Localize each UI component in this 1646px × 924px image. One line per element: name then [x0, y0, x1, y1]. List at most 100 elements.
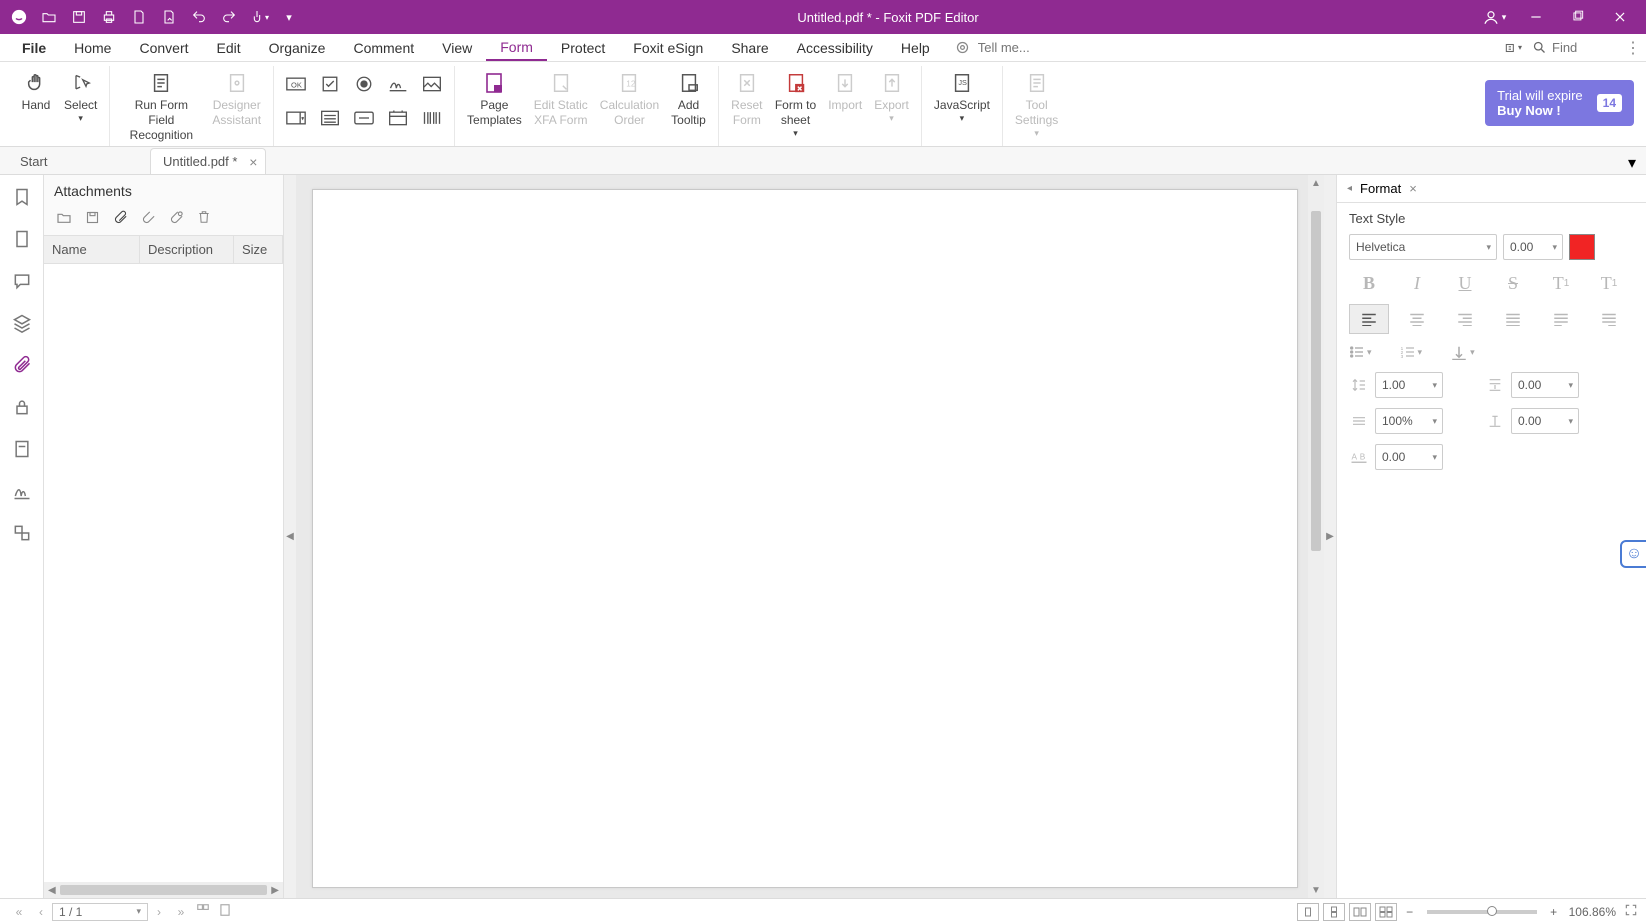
page-view[interactable] — [312, 189, 1298, 888]
maximize-icon[interactable] — [1558, 4, 1598, 30]
open-icon[interactable] — [36, 4, 62, 30]
menu-view[interactable]: View — [428, 36, 486, 60]
tab-document[interactable]: Untitled.pdf * × — [150, 148, 266, 174]
page-number-input[interactable]: 1 / 1 ▾ — [52, 903, 148, 921]
scroll-left-icon[interactable]: ◀ — [48, 885, 56, 896]
menu-esign[interactable]: Foxit eSign — [619, 36, 717, 60]
att-header-name[interactable]: Name — [44, 236, 140, 263]
menu-share[interactable]: Share — [717, 36, 782, 60]
prev-page-icon[interactable]: ‹ — [30, 905, 52, 919]
collapse-left-handle[interactable]: ◀ — [284, 175, 296, 898]
bookmarks-icon[interactable] — [10, 185, 34, 209]
attachments-hscroll[interactable]: ◀ ▶ — [44, 882, 283, 898]
text-field-icon[interactable]: OK — [280, 68, 312, 100]
align-left-icon[interactable] — [1349, 304, 1389, 334]
format-close-icon[interactable]: × — [1409, 181, 1417, 196]
radio-field-icon[interactable] — [348, 68, 380, 100]
numbered-list-icon[interactable]: 123▾ — [1400, 344, 1423, 360]
att-open-icon[interactable] — [54, 207, 74, 227]
import-data[interactable]: Import — [822, 68, 868, 115]
tab-close-icon[interactable]: × — [249, 154, 257, 170]
designer-assistant[interactable]: Designer Assistant — [206, 68, 267, 130]
scroll-right-icon[interactable]: ▶ — [271, 885, 279, 896]
menu-accessibility[interactable]: Accessibility — [783, 36, 887, 60]
edit-xfa[interactable]: Edit Static XFA Form — [528, 68, 594, 130]
select-tool[interactable]: Select ▾ — [58, 68, 103, 126]
fullscreen-icon[interactable] — [1624, 903, 1638, 920]
javascript-btn[interactable]: JS JavaScript ▾ — [928, 68, 996, 126]
menu-organize[interactable]: Organize — [255, 36, 340, 60]
list-field-icon[interactable] — [314, 102, 346, 134]
menu-help[interactable]: Help — [887, 36, 944, 60]
menu-comment[interactable]: Comment — [339, 36, 428, 60]
continuous-facing-view-icon[interactable] — [1375, 903, 1397, 921]
format-tab-label[interactable]: Format — [1360, 181, 1401, 196]
next-page-icon[interactable]: › — [148, 905, 170, 919]
date-field-icon[interactable] — [382, 102, 414, 134]
font-family-select[interactable]: Helvetica — [1349, 234, 1497, 260]
export-data[interactable]: Export ▾ — [868, 68, 915, 126]
align-justify-left-icon[interactable] — [1541, 304, 1581, 334]
zoom-percent[interactable]: 106.86% — [1569, 905, 1616, 919]
continuous-view-icon[interactable] — [1323, 903, 1345, 921]
button-field-icon[interactable] — [348, 102, 380, 134]
barcode-field-icon[interactable] — [416, 102, 448, 134]
hscale-select[interactable]: 100% — [1375, 408, 1443, 434]
tell-me-input[interactable] — [972, 38, 1062, 57]
tool-settings[interactable]: Tool Settings▾ — [1009, 68, 1064, 141]
save-icon[interactable] — [66, 4, 92, 30]
document-canvas[interactable]: ▲ ▼ — [296, 175, 1324, 898]
align-right-icon[interactable] — [1445, 304, 1485, 334]
underline-icon[interactable]: U — [1445, 268, 1485, 298]
scroll-thumb[interactable] — [1311, 211, 1321, 551]
att-header-description[interactable]: Description — [140, 236, 234, 263]
zoom-in-icon[interactable]: + — [1545, 905, 1563, 919]
vertical-scrollbar[interactable]: ▲ ▼ — [1308, 175, 1324, 898]
new-blank-icon[interactable] — [126, 4, 152, 30]
layers-icon[interactable] — [10, 311, 34, 335]
touch-mode-icon[interactable]: ▾ — [246, 4, 272, 30]
undo-icon[interactable] — [186, 4, 212, 30]
att-add-icon[interactable] — [110, 207, 130, 227]
page-templates[interactable]: Page Templates — [461, 68, 528, 130]
checkbox-field-icon[interactable] — [314, 68, 346, 100]
att-desc-icon[interactable] — [166, 207, 186, 227]
font-color-swatch[interactable] — [1569, 234, 1595, 260]
close-icon[interactable] — [1600, 4, 1640, 30]
security-icon[interactable] — [10, 395, 34, 419]
reflow-icon[interactable] — [214, 903, 236, 920]
align-justify-icon[interactable] — [1493, 304, 1533, 334]
fields-panel-icon[interactable] — [10, 437, 34, 461]
line-spacing-select[interactable]: 1.00 — [1375, 372, 1443, 398]
new-from-icon[interactable] — [156, 4, 182, 30]
tab-overflow-icon[interactable]: ▾ — [1628, 153, 1636, 173]
menu-file[interactable]: File — [8, 36, 60, 60]
menu-protect[interactable]: Protect — [547, 36, 619, 60]
att-link-icon[interactable] — [138, 207, 158, 227]
thumb-view-icon[interactable] — [192, 903, 214, 920]
first-page-icon[interactable]: « — [8, 905, 30, 919]
comments-icon[interactable] — [10, 269, 34, 293]
add-tooltip[interactable]: Add Tooltip — [665, 68, 712, 130]
italic-icon[interactable]: I — [1397, 268, 1437, 298]
trial-banner[interactable]: Trial will expire Buy Now ! 14 — [1485, 80, 1634, 126]
superscript-icon[interactable]: T1 — [1541, 268, 1581, 298]
strikethrough-icon[interactable]: S — [1493, 268, 1533, 298]
align-justify-right-icon[interactable] — [1589, 304, 1629, 334]
minimize-icon[interactable] — [1516, 4, 1556, 30]
ai-assistant-icon[interactable]: ☺ — [1620, 540, 1646, 568]
last-page-icon[interactable]: » — [170, 905, 192, 919]
menu-form[interactable]: Form — [486, 35, 547, 61]
menu-home[interactable]: Home — [60, 36, 125, 60]
baseline-select[interactable]: 0.00 — [1511, 408, 1579, 434]
att-save-icon[interactable] — [82, 207, 102, 227]
hand-tool[interactable]: Hand — [14, 68, 58, 115]
single-view-icon[interactable] — [1297, 903, 1319, 921]
form-to-sheet[interactable]: Form to sheet▾ — [769, 68, 822, 141]
reset-form[interactable]: Reset Form — [725, 68, 769, 130]
scroll-up-icon[interactable]: ▲ — [1308, 175, 1324, 191]
app-logo-icon[interactable] — [6, 4, 32, 30]
attachments-icon[interactable] — [10, 353, 34, 377]
zoom-out-icon[interactable]: − — [1401, 905, 1419, 919]
user-account-icon[interactable]: ▾ — [1474, 4, 1514, 30]
